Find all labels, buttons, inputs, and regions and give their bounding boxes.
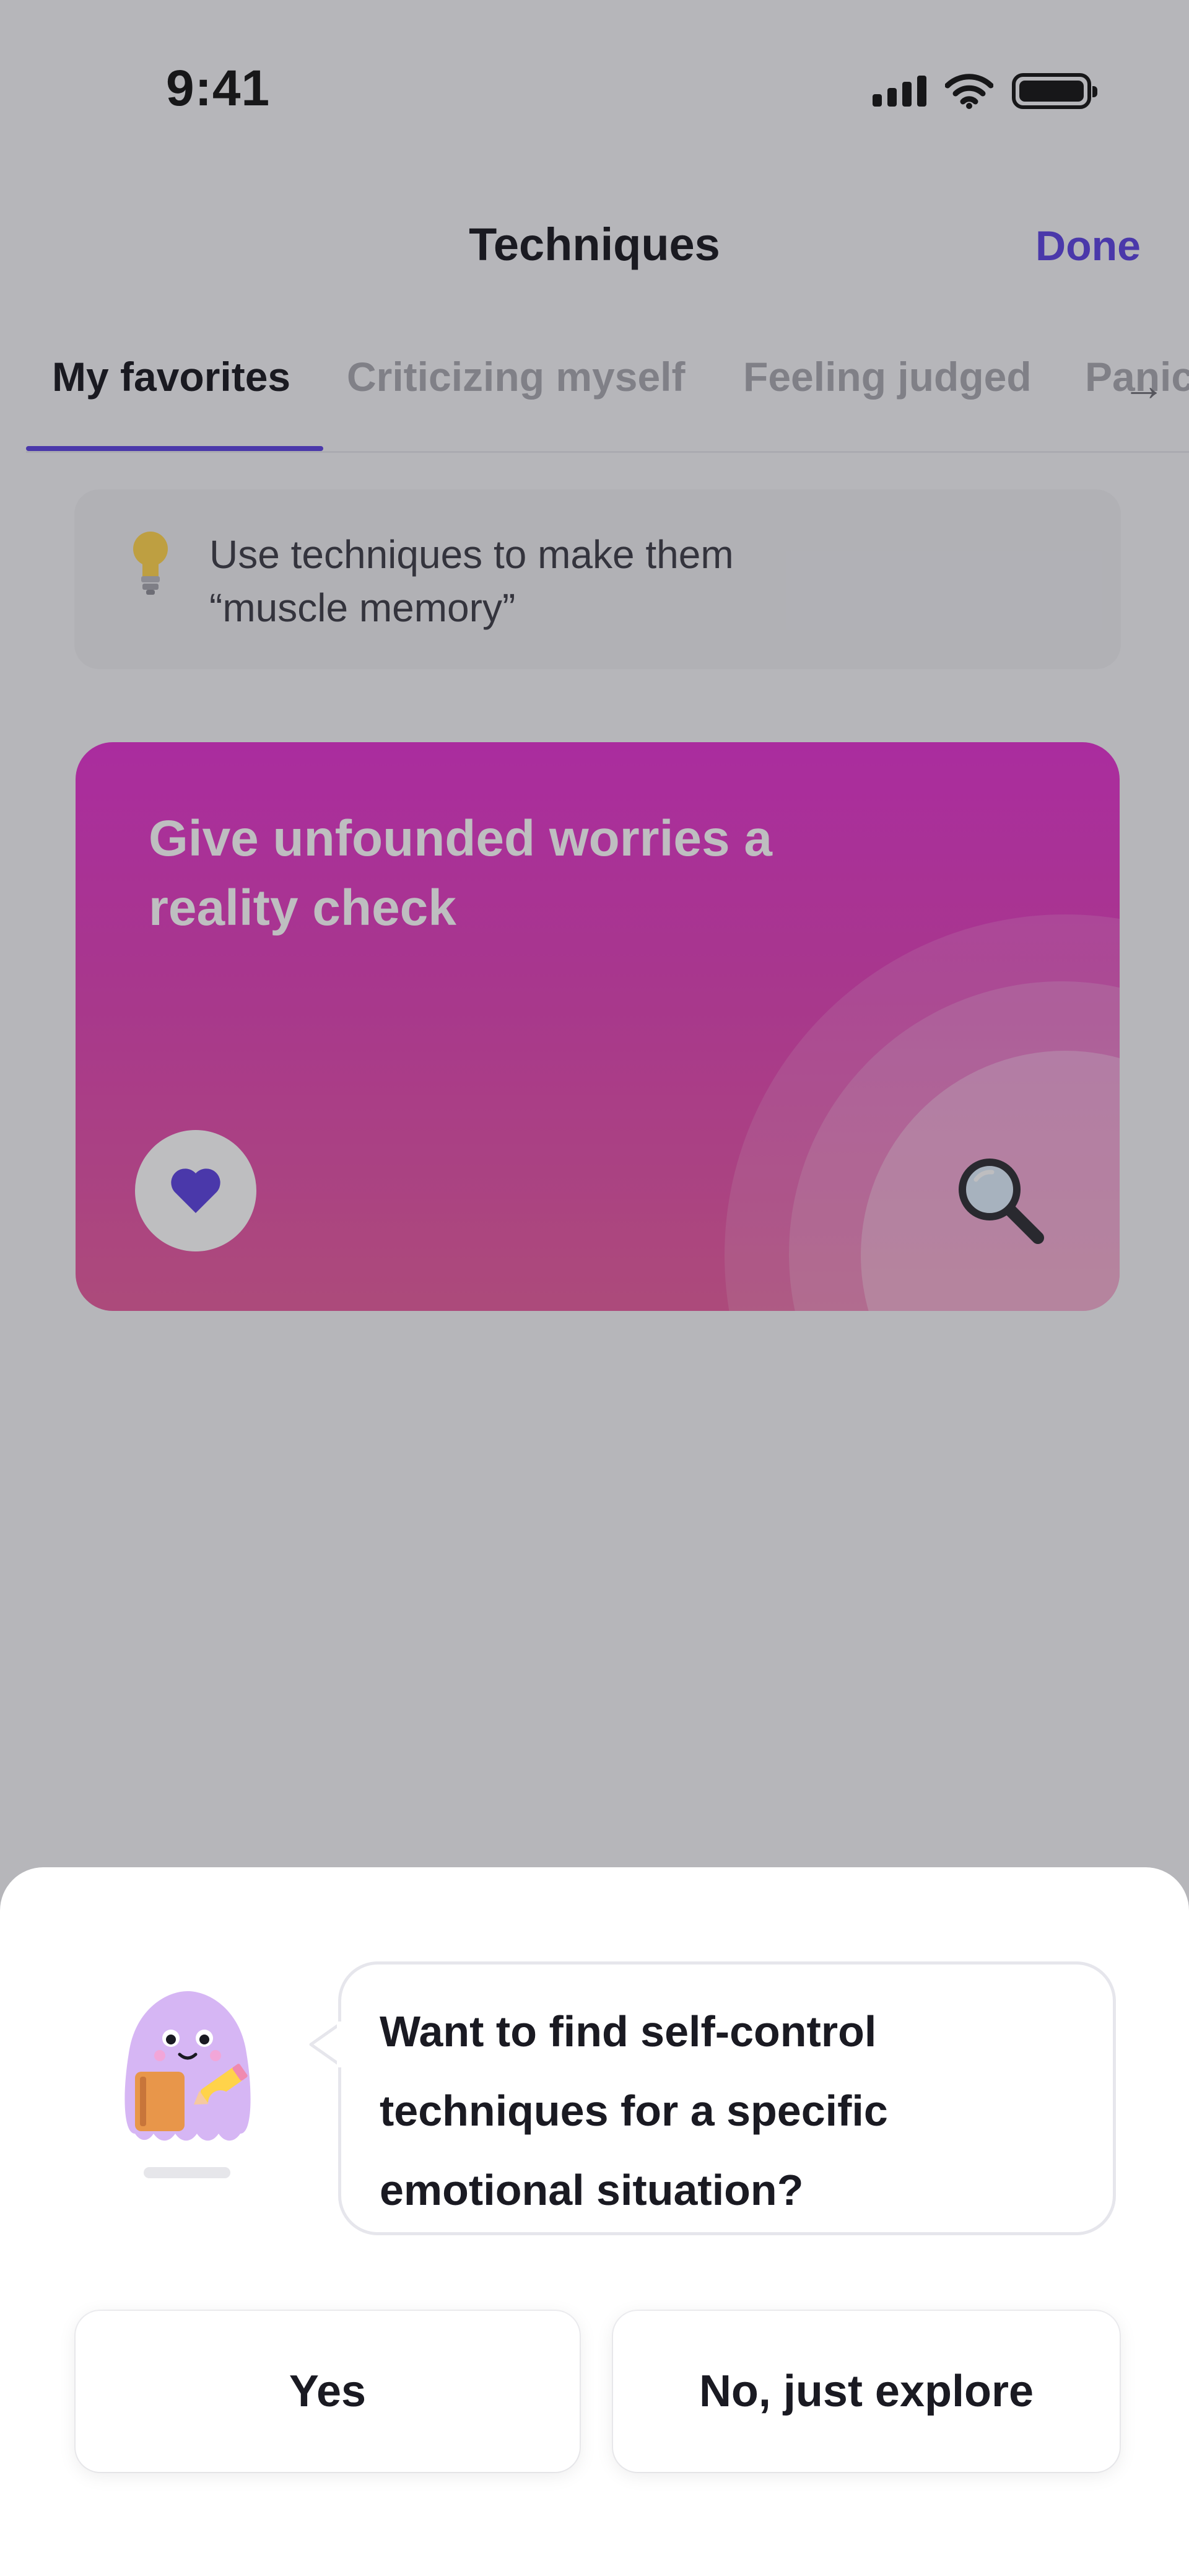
heart-icon	[171, 1168, 220, 1213]
tabs-divider	[26, 451, 1189, 453]
magnifying-glass-icon	[959, 1159, 1044, 1244]
tab-feeling-judged[interactable]: Feeling judged	[743, 353, 1032, 400]
bubble-tail-cover	[337, 2022, 346, 2067]
page-title: Techniques	[469, 219, 720, 270]
mascot-shadow	[144, 2167, 230, 2178]
technique-card[interactable]: Give unfounded worries a reality check	[76, 742, 1120, 1311]
no-just-explore-button[interactable]: No, just explore	[613, 2311, 1120, 2472]
done-button[interactable]: Done	[1035, 222, 1141, 270]
yes-button[interactable]: Yes	[76, 2311, 580, 2472]
wifi-icon	[945, 74, 993, 109]
active-tab-indicator	[26, 446, 323, 451]
tip-text: Use techniques to make them “muscle memo…	[209, 532, 734, 630]
mascot-illustration	[124, 1991, 251, 2141]
tip-banner: Use techniques to make them “muscle memo…	[74, 489, 1121, 669]
tab-criticizing-myself[interactable]: Criticizing myself	[347, 353, 685, 400]
tabs-scroll-arrow-icon[interactable]: →	[1122, 361, 1165, 410]
bottom-sheet: Want to find self-control techniques for…	[0, 1867, 1189, 2576]
question-text: Want to find self-control techniques for…	[380, 2007, 888, 2214]
cellular-signal-icon	[873, 76, 926, 107]
tab-my-favorites[interactable]: My favorites	[52, 353, 290, 400]
speech-bubble: Want to find self-control techniques for…	[338, 1961, 1116, 2235]
category-tabs: My favorites Criticizing myself Feeling …	[26, 347, 1189, 453]
status-icons	[873, 73, 1097, 109]
technique-title: Give unfounded worries a reality check	[149, 810, 772, 936]
status-time: 9:41	[166, 60, 271, 116]
battery-icon	[1012, 73, 1097, 109]
favorite-button[interactable]	[135, 1130, 256, 1251]
lightbulb-icon	[133, 532, 168, 595]
